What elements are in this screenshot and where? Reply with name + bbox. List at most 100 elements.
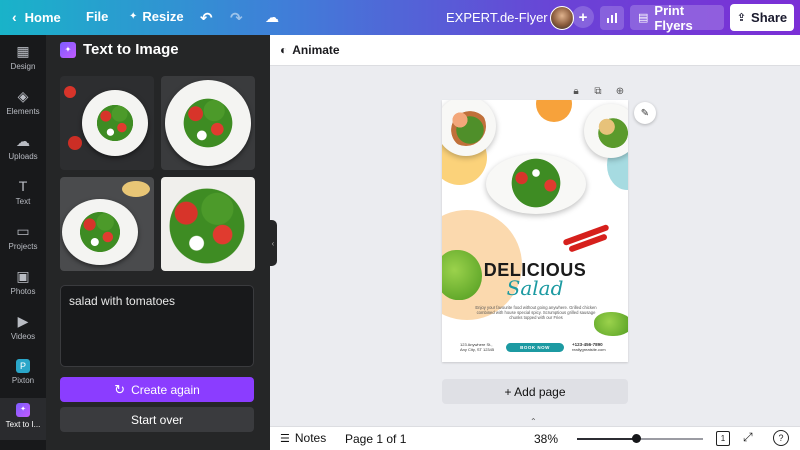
rail-item-label: Text [15,197,31,206]
print-flyers-button[interactable]: ▤ Print Flyers [630,2,724,33]
home-label: Home [24,9,61,25]
rail-item-label: Design [10,62,36,71]
address-line: Any City, ST 12345 [460,347,495,352]
file-menu-button[interactable]: File [86,9,108,24]
uploads-icon: ☁ [16,133,30,149]
home-button[interactable]: ‹ Home [12,9,61,25]
lock-icon[interactable]: 🔒︎ [570,85,582,97]
generated-image-4[interactable] [161,177,255,271]
generated-image-1[interactable] [60,76,154,170]
flyer-body-text[interactable]: Enjoy your favourite food without going … [474,305,598,321]
notes-icon: ☰ [280,432,290,445]
salad [92,100,138,146]
rail-item-label: Elements [6,107,40,116]
bottom-bar: ☰ Notes Page 1 of 1 38% 1 ⤢ ? [270,426,800,450]
rail-item-design[interactable]: ▦ Design [0,43,46,83]
pages-grid-icon[interactable]: 1 [716,431,730,446]
page-indicator[interactable]: Page 1 of 1 [345,432,406,446]
animate-label: Animate [292,43,340,57]
avatar[interactable] [550,6,574,30]
sparkle-icon: ✦ [129,11,138,22]
add-page-icon[interactable]: ⊕ [614,85,626,97]
flyer-page[interactable]: DELICIOUS Salad Enjoy your favourite foo… [442,100,628,362]
text-to-image-icon: ✦ [16,403,30,417]
zoom-slider-fill [577,438,636,440]
rail-item-elements[interactable]: ◈ Elements [0,88,46,128]
rail-item-label: Uploads [8,152,38,161]
zoom-slider[interactable] [577,434,703,443]
document-title[interactable]: EXPERT.de-Flyer [446,10,548,25]
notes-button[interactable]: ☰ Notes [280,431,326,445]
rail-item-videos[interactable]: ▶ Videos [0,313,46,353]
help-icon[interactable]: ? [773,430,789,446]
basil-leaf [594,312,628,336]
side-rail: ▦ Design ◈ Elements ☁ Uploads T Text ▭ P… [0,35,46,450]
animate-button[interactable]: ◐ Animate [280,43,340,57]
resize-label: Resize [142,9,184,24]
printer-icon: ▤ [638,12,649,24]
generated-image-3[interactable] [60,177,154,271]
create-again-button[interactable]: ↻ Create again [60,377,254,402]
food [446,106,486,146]
add-comment-icon[interactable]: ✎ [634,102,656,124]
prompt-input[interactable]: salad with tomatoes [60,285,254,367]
rail-item-label: Videos [10,332,36,341]
collapse-panel-icon[interactable]: ‹ [269,220,277,266]
start-over-button[interactable]: Start over [60,407,254,432]
undo-icon[interactable]: ↶ [200,9,213,27]
website: reallygreatsite.com [572,347,606,352]
rail-item-projects[interactable]: ▭ Projects [0,223,46,263]
rail-item-photos[interactable]: ▣ Photos [0,268,46,308]
book-now-button[interactable]: BOOK NOW [506,343,564,352]
rail-item-label: Pixton [11,376,35,385]
add-collaborator-icon[interactable]: + [572,6,594,28]
rail-item-label: Projects [8,242,38,251]
animate-icon: ◐ [280,43,288,57]
rail-item-pixton[interactable]: P Pixton [0,358,46,398]
fullscreen-icon[interactable]: ⤢ [743,430,753,445]
create-again-label: Create again [131,382,200,397]
projects-icon: ▭ [16,223,30,239]
food [590,110,628,152]
videos-icon: ▶ [17,313,29,329]
cloud-sync-icon[interactable]: ☁ [265,9,279,26]
print-label: Print Flyers [654,2,693,33]
insights-chart-icon[interactable] [600,6,624,30]
flyer-script-title[interactable]: Salad [442,276,628,300]
generated-image-2[interactable] [161,76,255,170]
redo-icon[interactable]: ↷ [230,9,243,27]
flyer-contact[interactable]: +123-456-7890 reallygreatsite.com [572,342,606,352]
chevron-left-icon: ‹ [12,9,17,25]
tomato [64,86,76,98]
photos-icon: ▣ [16,268,30,284]
design-icon: ▦ [16,43,30,59]
zoom-level[interactable]: 38% [534,432,558,446]
orange-slice [536,100,572,122]
elements-icon: ◈ [17,88,29,104]
notes-label: Notes [294,431,327,445]
rail-item-text[interactable]: T Text [0,178,46,218]
flyer-address[interactable]: 123 Anywhere St., Any City, ST 12345 [460,342,494,352]
salad [74,207,126,257]
page-tools: 🔒︎ ⧉ ⊕ [570,85,626,97]
rail-item-uploads[interactable]: ☁ Uploads [0,133,46,173]
refresh-icon: ↻ [114,381,126,397]
tomato [68,136,82,150]
share-button[interactable]: ⇪ Share [730,4,794,31]
salad [161,183,255,269]
salad [500,158,572,208]
canvas-toolbar: ◐ Animate [270,35,800,66]
text-to-image-app-icon: ✦ [60,41,76,58]
rail-item-text-to-image[interactable]: ✦ Text to I... [0,398,46,440]
rail-item-label: Photos [10,287,36,296]
top-bar: ‹ Home File ✦ Resize ↶ ↷ ☁ EXPERT.de-Fly… [0,0,800,35]
add-page-button[interactable]: + Add page [442,379,628,404]
chevron-up-icon[interactable]: ⌃ [530,417,537,426]
share-icon: ⇪ [736,12,747,24]
salad [177,92,239,154]
text-to-image-panel: ✦ Text to Image salad with tomatoes ↻ Cr… [46,35,270,450]
resize-button[interactable]: ✦ Resize [129,9,184,24]
text-icon: T [18,178,28,194]
zoom-slider-handle[interactable] [632,434,641,443]
duplicate-page-icon[interactable]: ⧉ [592,85,604,97]
